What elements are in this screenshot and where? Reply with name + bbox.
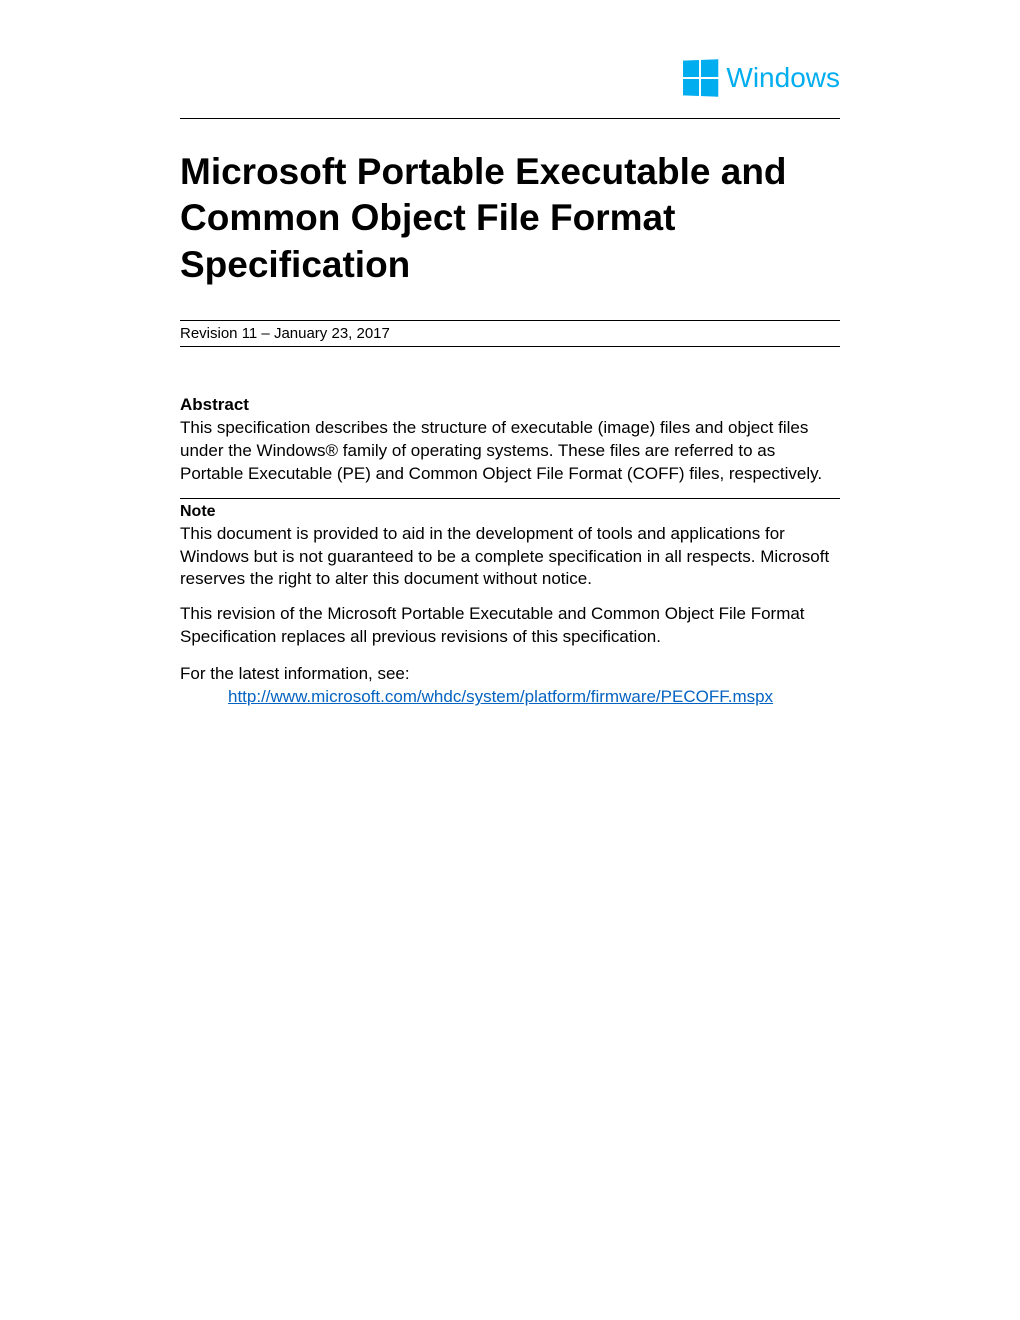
abstract-body: This specification describes the structu…: [180, 417, 840, 486]
windows-logo: Windows: [682, 60, 840, 96]
revision-section: Revision 11 – January 23, 2017: [180, 320, 840, 347]
windows-logo-icon: [683, 59, 718, 96]
revision-text: Revision 11 – January 23, 2017: [180, 325, 840, 342]
abstract-heading: Abstract: [180, 395, 840, 415]
latest-info: For the latest information, see: http://…: [180, 663, 840, 709]
windows-logo-text: Windows: [726, 62, 840, 94]
abstract-divider: [180, 498, 840, 499]
document-title: Microsoft Portable Executable and Common…: [180, 149, 840, 288]
latest-info-link[interactable]: http://www.microsoft.com/whdc/system/pla…: [228, 686, 773, 709]
revision-note: This revision of the Microsoft Portable …: [180, 603, 840, 649]
header-divider: [180, 118, 840, 119]
note-heading: Note: [180, 503, 840, 521]
latest-info-intro: For the latest information, see:: [180, 664, 410, 683]
header-logo-container: Windows: [180, 60, 840, 96]
note-body: This document is provided to aid in the …: [180, 523, 840, 592]
